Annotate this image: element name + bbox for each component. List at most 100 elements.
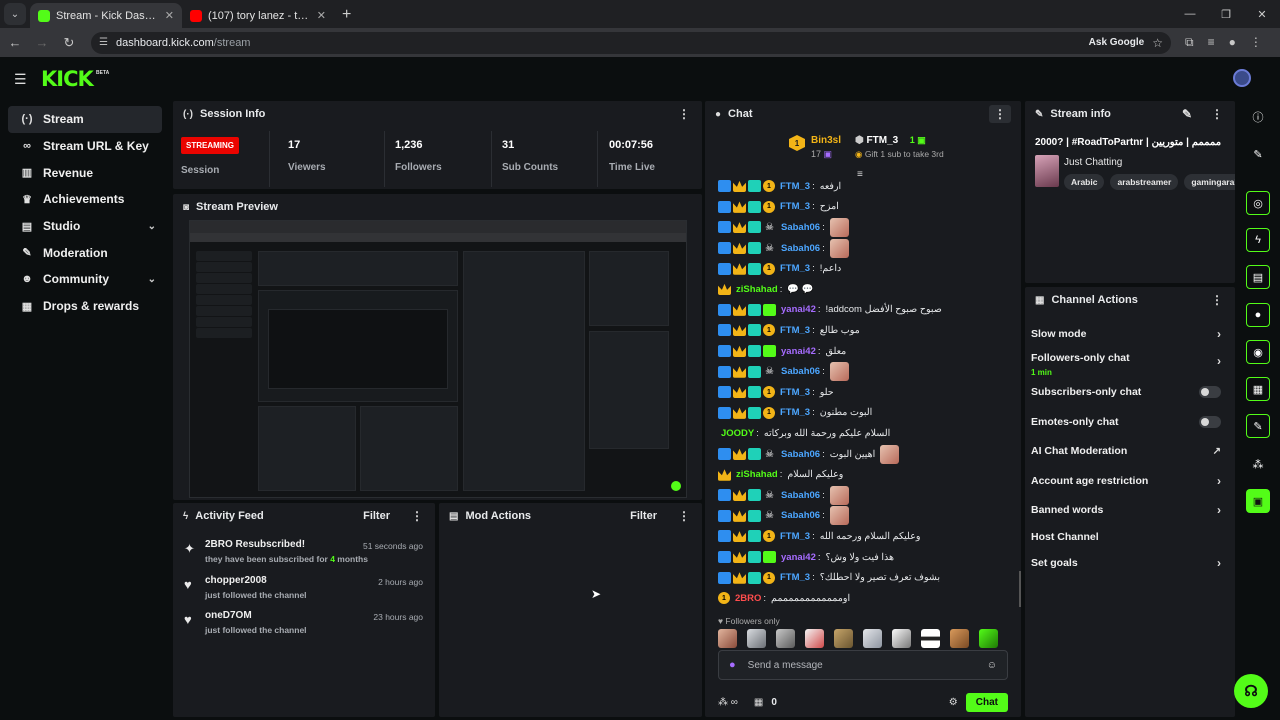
minimize-button[interactable]: —	[1172, 8, 1208, 20]
leader-name[interactable]: Bin3sl	[811, 135, 841, 146]
extensions-icon[interactable]: ⧉	[1185, 35, 1194, 50]
sidebar-item-moderation[interactable]: ✎ Moderation	[8, 239, 162, 266]
stream-preview-video[interactable]	[189, 220, 687, 498]
close-icon[interactable]: ✕	[317, 9, 326, 22]
gift-icon[interactable]: ▦	[754, 697, 763, 708]
chat-username[interactable]: FTM_3	[780, 263, 810, 274]
emote-button[interactable]	[979, 629, 998, 648]
sidebar-item-revenue[interactable]: ▥ Revenue	[8, 159, 162, 186]
menu-icon[interactable]: ⋮	[1250, 35, 1262, 50]
close-window-button[interactable]: ✕	[1244, 8, 1280, 21]
sidebar-item-community[interactable]: ☻ Community ⌄	[8, 266, 162, 293]
microphone-icon[interactable]: ●	[729, 659, 736, 671]
emote-button[interactable]	[718, 629, 737, 648]
emote-button[interactable]	[950, 629, 969, 648]
chat-username[interactable]: Sabah06	[781, 510, 820, 521]
note-icon[interactable]: ▤	[1246, 265, 1270, 289]
action-slow-mode[interactable]: Slow mode ›	[1025, 319, 1235, 348]
action-followers-only-chat[interactable]: Followers-only chat 1 min ›	[1025, 348, 1235, 377]
pencil-icon[interactable]: ✎	[1246, 142, 1270, 166]
emote-button[interactable]	[834, 629, 853, 648]
chat-username[interactable]: FTM_3	[780, 201, 810, 212]
gift-sub-prompt[interactable]: ◉ Gift 1 sub to take 3rd	[855, 149, 944, 160]
more-options-icon[interactable]: ⋮	[409, 509, 425, 523]
back-button[interactable]: ←	[3, 35, 27, 50]
close-icon[interactable]: ✕	[165, 9, 174, 22]
layout-icon[interactable]: ▦	[1246, 377, 1270, 401]
profile-avatar[interactable]: ●	[1229, 35, 1236, 50]
tag-chip[interactable]: gamingarab	[1184, 174, 1235, 190]
forward-button[interactable]: →	[30, 35, 54, 50]
chat-scrollbar[interactable]	[1019, 571, 1021, 607]
new-tab-button[interactable]: +	[334, 6, 359, 28]
tag-chip[interactable]: arabstreamer	[1110, 174, 1179, 190]
group-icon[interactable]: ⁂	[1246, 452, 1270, 476]
bolt-icon[interactable]: ϟ	[1246, 228, 1270, 252]
chat-username[interactable]: ziShahad	[736, 284, 778, 295]
emote-button[interactable]	[805, 629, 824, 648]
more-options-icon[interactable]: ⋮	[989, 105, 1011, 123]
ask-google-button[interactable]: Ask Google	[1089, 37, 1145, 48]
hamburger-menu-icon[interactable]: ☰	[14, 71, 27, 88]
maximize-button[interactable]: ❐	[1208, 8, 1244, 21]
action-emotes-only-chat[interactable]: Emotes-only chat	[1025, 407, 1235, 436]
tag-chip[interactable]: Arabic	[1064, 174, 1105, 190]
bookmark-star-icon[interactable]: ☆	[1152, 36, 1163, 50]
chat-username[interactable]: Sabah06	[781, 366, 820, 377]
chat-username[interactable]: FTM_3	[780, 407, 810, 418]
more-options-icon[interactable]: ⋮	[676, 509, 692, 523]
chevron-down-icon[interactable]: ≡	[857, 169, 863, 180]
chat-icon[interactable]: ●	[1246, 303, 1270, 327]
stream-category[interactable]: Just Chatting	[1064, 157, 1122, 168]
action-subscribers-only-chat[interactable]: Subscribers-only chat	[1025, 378, 1235, 407]
action-banned-words[interactable]: Banned words ›	[1025, 495, 1235, 524]
tab-search-button[interactable]: ⌄	[4, 3, 26, 25]
emote-button[interactable]	[747, 629, 766, 648]
chat-username[interactable]: 2BRO	[735, 593, 761, 604]
chat-username[interactable]: Sabah06	[781, 449, 820, 460]
sidebar-item-stream-url-key[interactable]: ∞ Stream URL & Key	[8, 133, 162, 160]
chat-username[interactable]: FTM_3	[780, 572, 810, 583]
chat-username[interactable]: Sabah06	[781, 243, 820, 254]
more-options-icon[interactable]: ⋮	[1209, 293, 1225, 307]
edit-pencil-icon[interactable]: ✎	[1180, 107, 1194, 121]
action-ai-chat-moderation[interactable]: AI Chat Moderation ↗	[1025, 437, 1235, 466]
chat-username[interactable]: ziShahad	[736, 469, 778, 480]
chat-username[interactable]: FTM_3	[780, 531, 810, 542]
sidebar-item-drops-rewards[interactable]: ▦ Drops & rewards	[8, 293, 162, 320]
chat-username[interactable]: FTM_3	[780, 387, 810, 398]
chat-username[interactable]: JOODY	[721, 428, 754, 439]
more-options-icon[interactable]: ⋮	[1209, 107, 1225, 121]
emote-button[interactable]	[921, 629, 940, 648]
users-icon[interactable]: ⁂ ∞	[718, 697, 738, 708]
leader-name[interactable]: ⬢ FTM_3	[855, 135, 944, 146]
send-message-input[interactable]: ● Send a message ☺	[718, 650, 1008, 680]
reload-button[interactable]: ↻	[57, 35, 81, 51]
action-set-goals[interactable]: Set goals ›	[1025, 549, 1235, 578]
chat-username[interactable]: yanai42	[781, 304, 816, 315]
filter-button[interactable]: Filter	[630, 510, 657, 522]
game-icon[interactable]: ▣	[1246, 489, 1270, 513]
sidebar-item-stream[interactable]: (·) Stream	[8, 106, 162, 133]
chat-settings-gear-icon[interactable]: ⚙	[949, 697, 958, 708]
chat-username[interactable]: yanai42	[781, 552, 816, 563]
chat-username[interactable]: Sabah06	[781, 222, 820, 233]
broadcast-icon[interactable]: ◉	[1246, 340, 1270, 364]
media-icon[interactable]: ≡	[1208, 35, 1215, 50]
filter-button[interactable]: Filter	[363, 510, 390, 522]
emote-button[interactable]	[776, 629, 795, 648]
action-host-channel[interactable]: Host Channel	[1025, 525, 1235, 549]
more-options-icon[interactable]: ⋮	[676, 107, 692, 121]
chat-username[interactable]: FTM_3	[780, 181, 810, 192]
subscribers-only-toggle[interactable]	[1199, 386, 1221, 399]
action-account-age-restriction[interactable]: Account age restriction ›	[1025, 466, 1235, 495]
browser-tab-active[interactable]: Stream - Kick Dashboard ✕	[30, 3, 182, 28]
sidebar-item-achievements[interactable]: ♛ Achievements	[8, 186, 162, 213]
target-icon[interactable]: ◎	[1246, 191, 1270, 215]
chat-username[interactable]: Sabah06	[781, 490, 820, 501]
site-info-icon[interactable]: ☰	[99, 37, 108, 48]
url-bar[interactable]: ☰ dashboard.kick.com/stream Ask Google ☆	[91, 31, 1171, 54]
kick-logo[interactable]: KICK	[41, 67, 94, 91]
info-icon[interactable]: ⓘ	[1246, 105, 1270, 129]
wrench-icon[interactable]: ✎	[1246, 414, 1270, 438]
